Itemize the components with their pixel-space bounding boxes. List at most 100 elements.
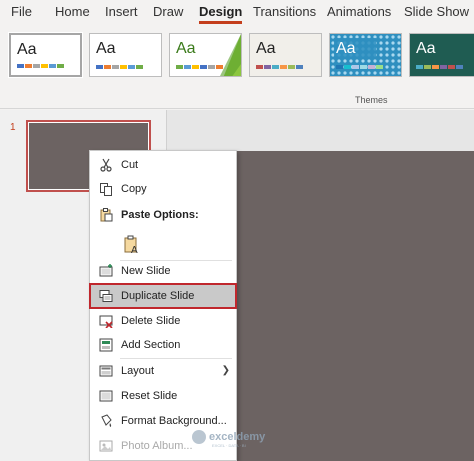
tab-animations[interactable]: Animations xyxy=(327,4,391,19)
theme-color-swatch xyxy=(41,64,48,68)
theme-color-swatch xyxy=(456,65,463,69)
menu-item-label: Duplicate Slide xyxy=(121,290,195,302)
menu-item-duplicate-slide[interactable]: Duplicate Slide xyxy=(89,283,237,309)
slide-number: 1 xyxy=(10,122,16,133)
theme-color-swatch xyxy=(96,65,103,69)
watermark: exceldemy EXCEL · DATA · BI xyxy=(192,430,266,448)
tab-slide-show[interactable]: Slide Show xyxy=(404,4,469,19)
theme-color-swatch xyxy=(432,65,439,69)
theme-preview-text: Aa xyxy=(176,40,196,57)
theme-option[interactable]: Aa xyxy=(169,33,242,77)
theme-color-swatch xyxy=(200,65,207,69)
layout-icon xyxy=(99,365,113,377)
theme-option[interactable]: Aa xyxy=(329,33,402,77)
reset-slide-icon xyxy=(99,390,113,402)
menu-item-copy[interactable]: Copy xyxy=(90,177,236,201)
menu-item-label: Cut xyxy=(121,159,139,171)
theme-color-swatch xyxy=(288,65,295,69)
theme-preview-text: Aa xyxy=(96,40,116,57)
theme-color-swatch xyxy=(360,65,367,69)
theme-color-swatches xyxy=(256,65,303,69)
theme-color-swatch xyxy=(376,65,383,69)
theme-color-swatches xyxy=(416,65,463,69)
menu-item-new-slide[interactable]: New Slide xyxy=(90,259,236,283)
theme-color-swatch xyxy=(104,65,111,69)
context-menu: Cut Copy Paste Options: A New Slide Dupl… xyxy=(89,150,237,461)
menu-item-label: Add Section xyxy=(121,339,181,351)
tab-home[interactable]: Home xyxy=(55,4,90,19)
theme-color-swatches xyxy=(336,65,383,69)
menu-item-label: Copy xyxy=(121,183,147,195)
theme-color-swatch xyxy=(208,65,215,69)
menu-item-reset-slide[interactable]: Reset Slide xyxy=(90,384,236,408)
theme-preview-text: Aa xyxy=(336,40,356,57)
theme-color-swatch xyxy=(296,65,303,69)
tab-design[interactable]: Design xyxy=(199,4,243,24)
theme-color-swatches xyxy=(96,65,143,69)
slide-canvas[interactable] xyxy=(236,151,474,461)
tab-file[interactable]: File xyxy=(11,4,32,19)
delete-slide-icon xyxy=(99,315,113,328)
theme-color-swatch xyxy=(112,65,119,69)
menu-item-paste-options: Paste Options: xyxy=(90,203,236,227)
theme-color-swatch xyxy=(264,65,271,69)
theme-color-swatch xyxy=(448,65,455,69)
theme-color-swatch xyxy=(176,65,183,69)
theme-color-swatch xyxy=(136,65,143,69)
theme-color-swatch xyxy=(49,64,56,68)
theme-color-swatch xyxy=(33,64,40,68)
paste-icon xyxy=(100,208,113,222)
theme-color-swatch xyxy=(128,65,135,69)
theme-color-swatch xyxy=(216,65,223,69)
theme-color-swatch xyxy=(120,65,127,69)
theme-color-swatch xyxy=(280,65,287,69)
menu-item-label: Delete Slide xyxy=(121,315,181,327)
theme-color-swatches xyxy=(17,64,64,68)
theme-decoration xyxy=(220,34,241,76)
menu-item-label: New Slide xyxy=(121,265,171,277)
theme-option[interactable]: Aa xyxy=(409,33,474,77)
ribbon-design: Aa Aa Aa Aa Aa Aa Themes xyxy=(0,25,474,109)
tab-transitions[interactable]: Transitions xyxy=(253,4,316,19)
theme-color-swatch xyxy=(352,65,359,69)
theme-color-swatch xyxy=(424,65,431,69)
svg-text:A: A xyxy=(131,245,138,255)
theme-color-swatches xyxy=(176,65,223,69)
theme-color-swatch xyxy=(57,64,64,68)
menu-item-label: Reset Slide xyxy=(121,390,178,402)
theme-option[interactable]: Aa xyxy=(249,33,322,77)
menu-item-label: Layout xyxy=(121,365,155,377)
menu-item-add-section[interactable]: Add Section xyxy=(90,333,236,357)
theme-preview-text: Aa xyxy=(256,40,276,57)
photo-album-icon xyxy=(99,440,113,452)
format-background-icon xyxy=(101,414,112,427)
chevron-right-icon: ❯ xyxy=(221,365,230,376)
theme-color-swatch xyxy=(336,65,343,69)
theme-color-swatch xyxy=(17,64,24,68)
theme-preview-text: Aa xyxy=(416,40,436,57)
paste-keep-text-only-icon[interactable]: A xyxy=(122,235,142,255)
menu-item-cut[interactable]: Cut xyxy=(90,153,236,177)
theme-color-swatch xyxy=(25,64,32,68)
theme-color-swatch xyxy=(192,65,199,69)
theme-color-swatch xyxy=(344,65,351,69)
scissors-icon xyxy=(100,158,112,172)
theme-option[interactable]: Aa xyxy=(8,32,83,78)
theme-color-swatch xyxy=(416,65,423,69)
tab-draw[interactable]: Draw xyxy=(153,4,183,19)
theme-color-swatch xyxy=(184,65,191,69)
copy-icon xyxy=(100,183,112,196)
themes-group-label: Themes xyxy=(355,95,388,105)
theme-option[interactable]: Aa xyxy=(89,33,162,77)
menu-item-label: Photo Album... xyxy=(121,440,193,452)
watermark-tagline: EXCEL · DATA · BI xyxy=(212,443,246,448)
menu-item-delete-slide[interactable]: Delete Slide xyxy=(90,309,236,333)
ribbon-tab-bar: File Home Insert Draw Design Transitions… xyxy=(0,0,474,25)
theme-preview-text: Aa xyxy=(17,41,37,58)
add-section-icon xyxy=(99,338,113,352)
theme-color-swatch xyxy=(272,65,279,69)
theme-color-swatch xyxy=(368,65,375,69)
tab-insert[interactable]: Insert xyxy=(105,4,138,19)
watermark-brand: exceldemy xyxy=(209,431,266,443)
menu-item-layout[interactable]: Layout ❯ xyxy=(90,359,236,383)
